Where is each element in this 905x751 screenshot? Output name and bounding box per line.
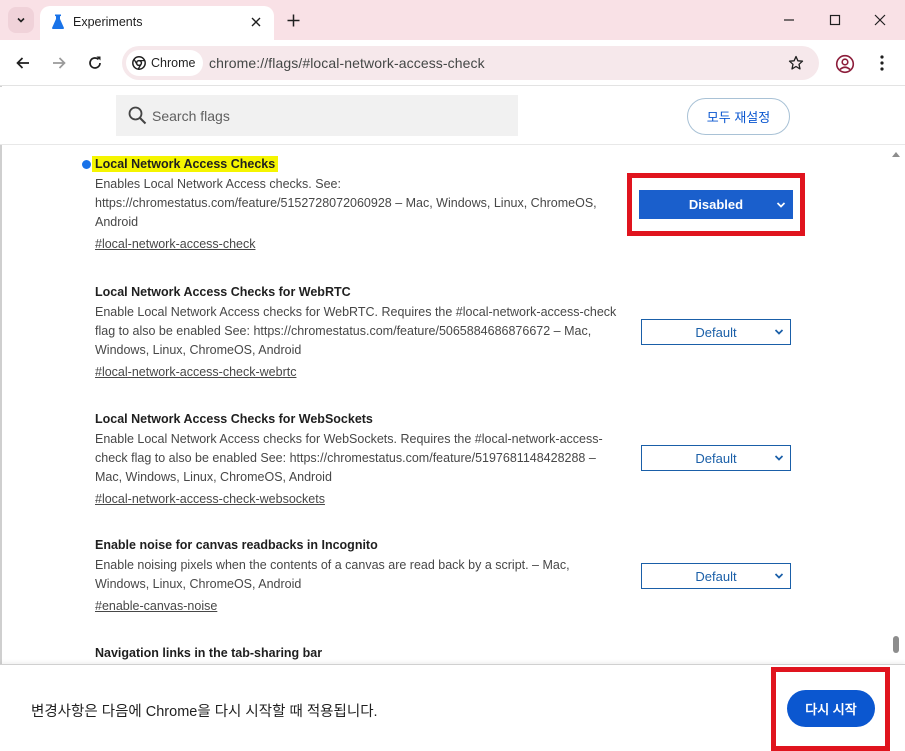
flag-state-select[interactable]: Default bbox=[641, 445, 791, 471]
flag-description-line: Enable Local Network Access checks for W… bbox=[95, 305, 617, 319]
more-vert-icon bbox=[880, 55, 884, 71]
flag-item: Enable noise for canvas readbacks in Inc… bbox=[95, 536, 625, 615]
close-icon bbox=[874, 14, 886, 26]
flag-item: Local Network Access Checks for WebRTC E… bbox=[95, 283, 625, 381]
flag-description-line: Windows, Linux, ChromeOS, Android bbox=[95, 577, 302, 591]
chevron-down-icon bbox=[17, 17, 25, 23]
flag-description: Enables Local Network Access checks. See… bbox=[95, 175, 625, 232]
chevron-down-icon bbox=[774, 329, 784, 335]
flag-description: Enable Local Network Access checks for W… bbox=[95, 430, 625, 487]
select-value: Disabled bbox=[688, 197, 744, 212]
tab-search-button[interactable] bbox=[8, 7, 34, 33]
chevron-down-icon bbox=[776, 202, 786, 208]
new-tab-button[interactable] bbox=[282, 9, 304, 31]
back-button[interactable] bbox=[9, 49, 37, 77]
minimize-icon bbox=[784, 19, 794, 21]
flag-description: Enable Local Network Access checks for W… bbox=[95, 303, 625, 360]
flag-title: Local Network Access Checks bbox=[92, 156, 279, 172]
flag-description-line: Enable noising pixels when the contents … bbox=[95, 558, 570, 572]
reload-button[interactable] bbox=[81, 49, 109, 77]
select-value: Default bbox=[695, 324, 737, 340]
select-value: Default bbox=[695, 568, 737, 584]
flag-anchor-link[interactable]: #local-network-access-check bbox=[95, 235, 255, 253]
chevron-down-icon bbox=[774, 455, 784, 461]
flag-anchor-link[interactable]: #enable-canvas-noise bbox=[95, 597, 217, 615]
tab-close-button[interactable] bbox=[247, 13, 265, 31]
flag-item: Local Network Access Checks for WebSocke… bbox=[95, 410, 625, 508]
scroll-up-arrow-icon[interactable] bbox=[891, 150, 901, 158]
flag-title: Enable noise for canvas readbacks in Inc… bbox=[95, 538, 378, 552]
chrome-logo-icon bbox=[132, 56, 146, 70]
flag-state-select[interactable]: Disabled bbox=[639, 190, 793, 219]
maximize-icon bbox=[829, 14, 841, 26]
relaunch-message: 변경사항은 다음에 Chrome을 다시 시작할 때 적용됩니다. bbox=[31, 704, 378, 720]
tab-strip: Experiments bbox=[0, 0, 905, 40]
tab-title: Experiments bbox=[73, 15, 143, 29]
reset-all-button[interactable]: 모두 재설정 bbox=[687, 98, 790, 135]
search-icon bbox=[128, 106, 147, 125]
flag-title: Local Network Access Checks for WebRTC bbox=[95, 285, 351, 299]
profile-button[interactable] bbox=[832, 51, 858, 77]
tab-experiments[interactable]: Experiments bbox=[40, 6, 274, 40]
arrow-right-icon bbox=[53, 57, 66, 69]
flask-icon bbox=[52, 14, 64, 29]
close-icon bbox=[251, 17, 261, 27]
flag-description-line: check flag to also be enabled See: https… bbox=[95, 451, 596, 465]
forward-button[interactable] bbox=[45, 49, 73, 77]
relaunch-button[interactable]: 다시 시작 bbox=[787, 690, 875, 727]
maximize-button[interactable] bbox=[821, 6, 849, 34]
menu-button[interactable] bbox=[870, 51, 894, 75]
modified-indicator-dot bbox=[82, 160, 91, 169]
flag-description-line: Mac, Windows, Linux, ChromeOS, Android bbox=[95, 470, 332, 484]
relaunch-bar: 변경사항은 다음에 Chrome을 다시 시작할 때 적용됩니다. 다시 시작 bbox=[0, 664, 905, 751]
select-value: Default bbox=[695, 450, 737, 466]
star-icon bbox=[788, 55, 804, 70]
flag-item: Navigation links in the tab-sharing bar bbox=[95, 644, 625, 662]
flag-anchor-link[interactable]: #local-network-access-check-webrtc bbox=[95, 363, 296, 381]
plus-icon bbox=[287, 14, 299, 26]
toolbar: Chrome chrome://flags/#local-network-acc… bbox=[0, 40, 905, 86]
search-box[interactable] bbox=[116, 95, 518, 136]
flag-description-line: Android bbox=[95, 215, 139, 229]
flag-description-line: Enables Local Network Access checks. See… bbox=[95, 177, 341, 191]
flag-state-select[interactable]: Default bbox=[641, 319, 791, 345]
flag-state-select[interactable]: Default bbox=[641, 563, 791, 589]
chevron-down-icon bbox=[774, 573, 784, 579]
minimize-button[interactable] bbox=[775, 6, 803, 34]
flag-description: Enable noising pixels when the contents … bbox=[95, 556, 625, 594]
flag-description-line: Windows, Linux, ChromeOS, Android bbox=[95, 343, 302, 357]
flag-item: Local Network Access Checks Enables Loca… bbox=[92, 155, 625, 253]
flag-title: Local Network Access Checks for WebSocke… bbox=[95, 412, 373, 426]
flag-description-line: Enable Local Network Access checks for W… bbox=[95, 432, 603, 446]
bookmark-button[interactable] bbox=[785, 52, 807, 74]
profile-icon bbox=[835, 54, 855, 74]
site-info-chip[interactable]: Chrome bbox=[126, 50, 204, 76]
search-input[interactable] bbox=[152, 95, 512, 136]
scrollbar-thumb[interactable] bbox=[893, 636, 899, 653]
address-bar[interactable]: Chrome chrome://flags/#local-network-acc… bbox=[122, 46, 819, 80]
url-text[interactable]: chrome://flags/#local-network-access-che… bbox=[209, 55, 485, 71]
chip-label: Chrome bbox=[151, 56, 196, 70]
flag-anchor-link[interactable]: #local-network-access-check-websockets bbox=[95, 490, 325, 508]
arrow-left-icon bbox=[16, 57, 29, 69]
flags-list: Local Network Access Checks Enables Loca… bbox=[0, 144, 905, 664]
close-window-button[interactable] bbox=[866, 6, 894, 34]
reload-icon bbox=[89, 56, 101, 69]
flag-description-line: https://chromestatus.com/feature/5152728… bbox=[95, 196, 597, 210]
flag-description-line: flag to also be enabled See: https://chr… bbox=[95, 324, 592, 338]
flags-header: 모두 재설정 bbox=[0, 87, 905, 144]
flag-title: Navigation links in the tab-sharing bar bbox=[95, 646, 323, 660]
